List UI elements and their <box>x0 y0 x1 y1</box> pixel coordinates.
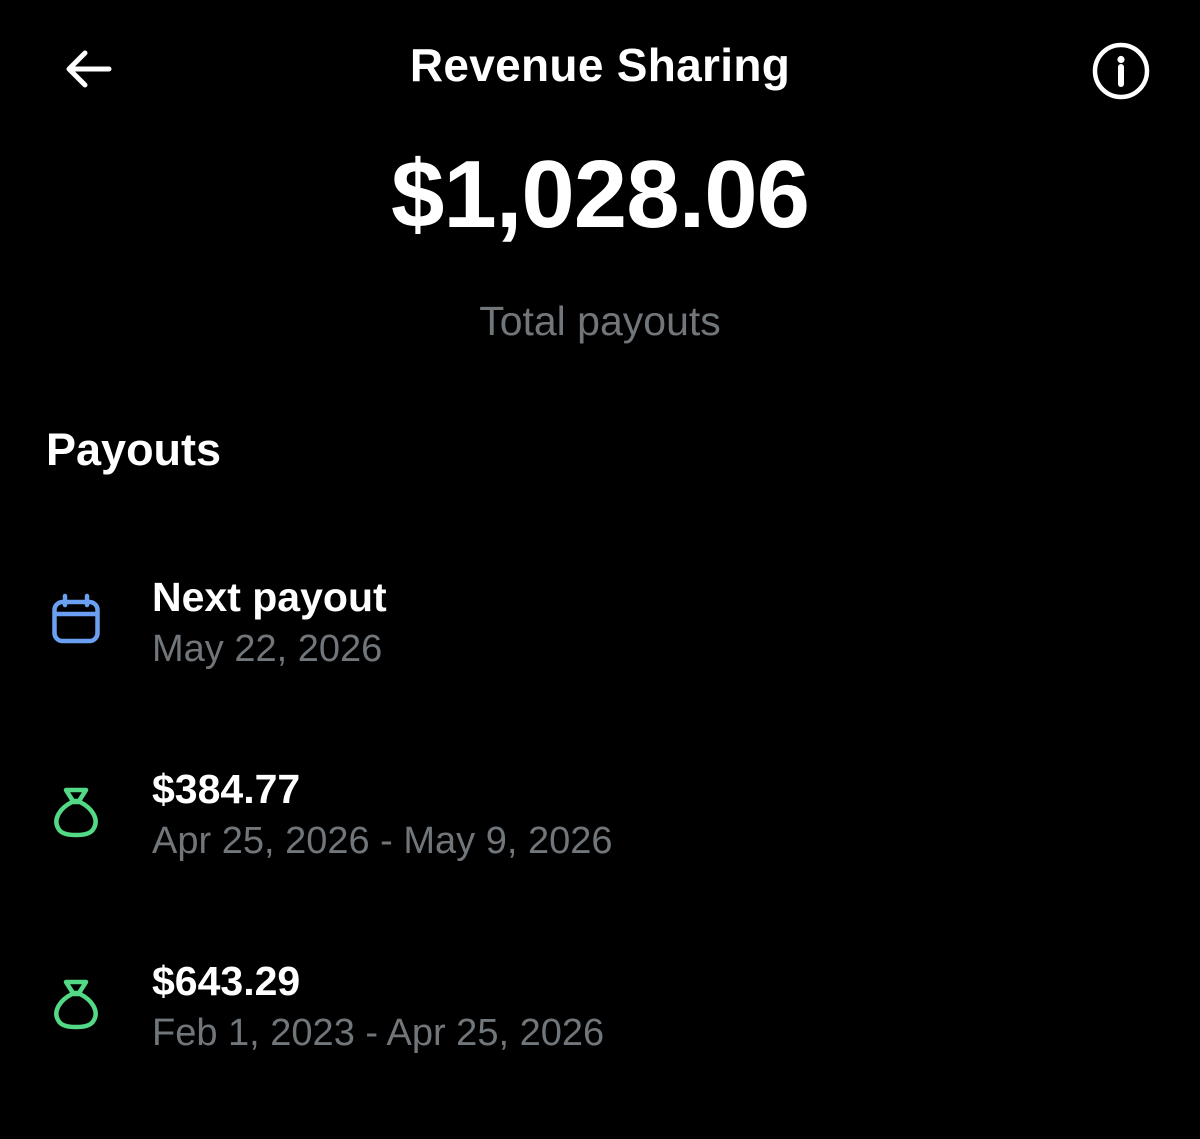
payout-row-1[interactable]: $384.77 Apr 25, 2026 - May 9, 2026 <box>0 758 1200 878</box>
money-bag-icon <box>46 782 106 842</box>
total-payouts-amount: $1,028.06 <box>390 141 810 248</box>
total-payouts-label: Total payouts <box>479 298 721 344</box>
payout-amount: $384.77 <box>152 766 301 812</box>
info-button[interactable] <box>1090 40 1152 102</box>
info-icon <box>1092 42 1150 100</box>
page-title: Revenue Sharing <box>409 39 791 91</box>
top-bar: Revenue Sharing <box>0 0 1200 140</box>
money-bag-icon <box>46 974 106 1034</box>
payout-amount: $643.29 <box>152 958 301 1004</box>
payouts-section-title: Payouts <box>46 424 222 475</box>
calendar-icon <box>46 590 106 650</box>
payout-period: Apr 25, 2026 - May 9, 2026 <box>152 820 613 862</box>
payout-title: Next payout <box>152 574 387 620</box>
payout-row-2[interactable]: $643.29 Feb 1, 2023 - Apr 25, 2026 <box>0 950 1200 1070</box>
payout-period: Feb 1, 2023 - Apr 25, 2026 <box>152 1012 605 1054</box>
payout-date: May 22, 2026 <box>152 628 383 670</box>
payout-row-next[interactable]: Next payout May 22, 2026 <box>0 566 1200 686</box>
